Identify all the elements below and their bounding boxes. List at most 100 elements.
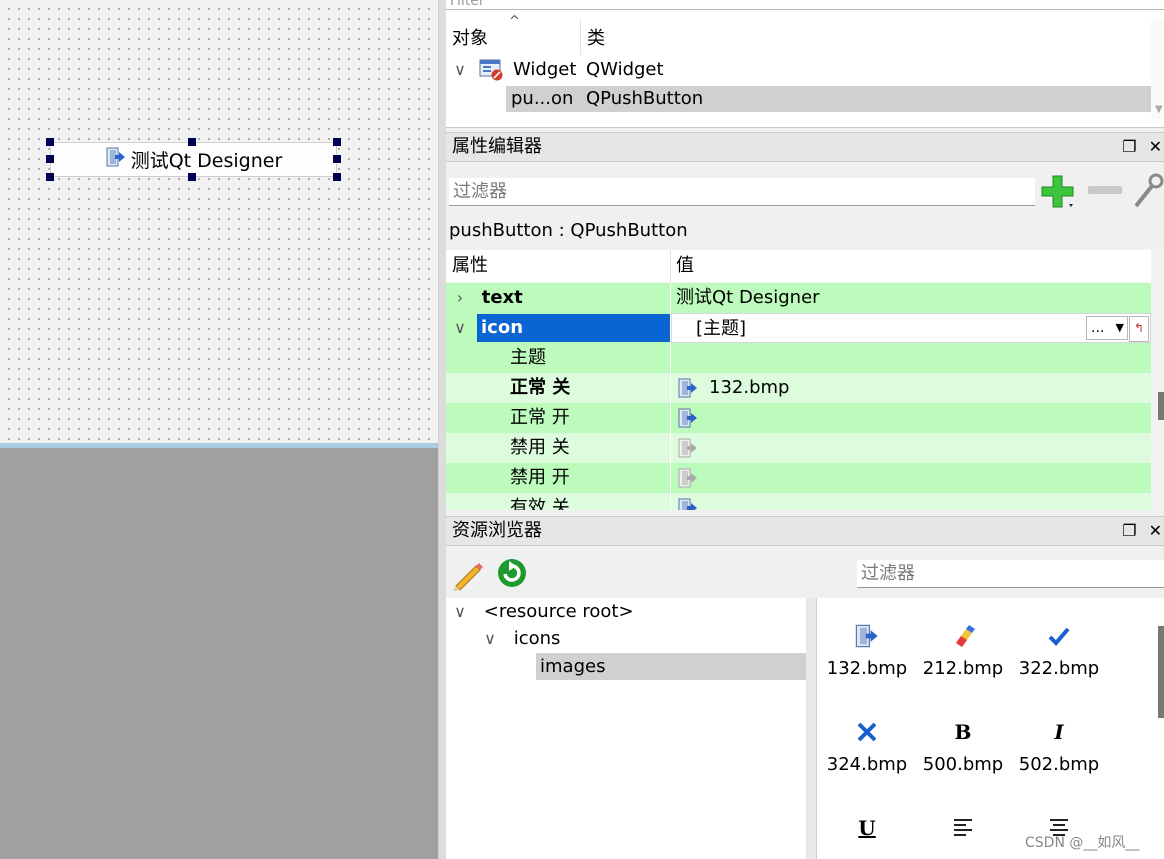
property-row-active-off[interactable]: 有效 关 (446, 493, 1151, 510)
dropdown-arrow-icon: ▼ (1115, 321, 1124, 334)
property-value-cell[interactable] (671, 433, 1151, 463)
form-canvas[interactable] (0, 0, 438, 443)
property-row-text[interactable]: › text 测试Qt Designer (446, 283, 1151, 313)
property-value-cell[interactable]: 132.bmp (671, 373, 1151, 403)
resource-file-item[interactable] (915, 808, 1011, 848)
close-x-icon (819, 712, 915, 752)
resource-filter-placeholder: 过滤器 (861, 563, 915, 584)
resource-splitter[interactable] (806, 598, 816, 859)
resource-file-item[interactable]: 324.bmp (819, 712, 915, 778)
resource-file-name: 324.bmp (826, 754, 908, 775)
resize-handle-t[interactable] (188, 138, 196, 146)
close-dock-icon[interactable]: ✕ (1149, 517, 1162, 545)
tree-row-object-name: pu...on (511, 88, 574, 109)
property-editor-scrollbar[interactable] (1151, 248, 1164, 510)
selected-object-label: pushButton : QPushButton (449, 220, 688, 241)
property-row-normal-off[interactable]: 正常 关 132.bmp (446, 373, 1151, 403)
icon-browse-button[interactable]: ... ▼ (1086, 316, 1128, 340)
expand-arrow-icon[interactable]: ∨ (482, 625, 498, 652)
object-filter-input[interactable]: Filter (446, 0, 1164, 10)
property-value-cell[interactable] (671, 463, 1151, 493)
property-name-cell: 正常 开 (446, 403, 671, 433)
resize-handle-tl[interactable] (46, 138, 54, 146)
tree-row-object-name: Widget (513, 59, 577, 80)
property-value: 132.bmp (709, 377, 790, 398)
resize-handle-b[interactable] (188, 173, 196, 181)
resource-tree-label: images (540, 656, 606, 677)
resource-tree-root[interactable]: ∨ <resource root> (446, 598, 806, 625)
float-dock-icon[interactable]: ❐ (1122, 133, 1136, 161)
property-row-theme[interactable]: 主题 (446, 343, 1151, 373)
sort-ascending-icon: ^ (509, 14, 520, 29)
scroll-down-arrow-icon[interactable]: ▼ (1155, 104, 1163, 115)
tree-row-class-name: QPushButton (586, 88, 704, 109)
resource-file-grid: 132.bmp 212.bmp 322.bmp 324.bmp B 500.bm… (816, 598, 1164, 859)
resource-filter-input[interactable]: 过滤器 (857, 560, 1164, 588)
resource-file-item[interactable]: 212.bmp (915, 616, 1011, 682)
property-name-cell: 禁用 关 (446, 433, 671, 463)
float-dock-icon[interactable]: ❐ (1122, 517, 1136, 545)
property-name: 正常 开 (510, 407, 570, 428)
property-row-disabled-on[interactable]: 禁用 开 (446, 463, 1151, 493)
tree-row-widget[interactable]: ∨ Widget QWidget (446, 55, 1151, 85)
property-row-normal-on[interactable]: 正常 开 (446, 403, 1151, 433)
designer-push-button[interactable]: 测试Qt Designer (50, 142, 337, 177)
designer-button-label: 测试Qt Designer (130, 150, 283, 172)
property-editor-scroll-thumb[interactable] (1158, 392, 1164, 420)
add-dynamic-property-icon[interactable] (1040, 174, 1078, 215)
edit-resources-pencil-icon[interactable] (450, 556, 486, 597)
expand-arrow-icon[interactable]: ∨ (452, 313, 468, 343)
resource-browser-title: 资源浏览器 (452, 520, 542, 541)
resource-tree-icons[interactable]: ∨ icons (446, 625, 806, 652)
italic-icon: I (1054, 720, 1064, 744)
column-header-value[interactable]: 值 (671, 250, 1151, 282)
resource-file-item[interactable]: I 502.bmp (1011, 712, 1107, 778)
column-header-class[interactable]: 类 (581, 19, 1151, 55)
property-name: 主题 (510, 347, 546, 368)
reset-property-icon[interactable]: ↰ (1129, 316, 1149, 342)
expand-arrow-icon[interactable]: ∨ (452, 59, 468, 80)
property-filter-input[interactable]: 过滤器 (449, 178, 1035, 206)
resize-handle-l[interactable] (46, 155, 54, 163)
resize-handle-bl[interactable] (46, 173, 54, 181)
property-name: 正常 关 (510, 377, 571, 398)
remove-property-icon[interactable] (1088, 186, 1122, 194)
resource-file-item[interactable]: U (819, 808, 915, 848)
property-row-disabled-off[interactable]: 禁用 关 (446, 433, 1151, 463)
resource-browser-titlebar[interactable]: 资源浏览器 ❐ ✕ (446, 516, 1164, 546)
property-row-icon[interactable]: ∨ icon [主题] ... ▼ ↰ (446, 313, 1151, 343)
resource-grid-scroll-thumb[interactable] (1158, 626, 1164, 718)
property-value-cell[interactable] (671, 493, 1151, 510)
property-value[interactable] (671, 343, 1151, 373)
property-name: icon (477, 314, 670, 342)
property-name: 禁用 开 (510, 467, 570, 488)
expand-arrow-icon[interactable]: ∨ (452, 598, 468, 625)
resize-handle-tr[interactable] (333, 138, 341, 146)
tree-row-pushbutton[interactable]: pu...on QPushButton (506, 86, 1151, 112)
column-header-property[interactable]: 属性 (446, 250, 671, 282)
property-value-cell[interactable] (671, 403, 1151, 433)
resource-tree-images[interactable]: images (536, 653, 806, 680)
property-name-cell: › text (446, 283, 671, 313)
resource-file-item[interactable]: 132.bmp (819, 616, 915, 682)
icon-browse-label: ... (1091, 320, 1105, 336)
resource-tree-label: icons (513, 628, 561, 649)
icon-value-editor[interactable]: [主题] ... ▼ ↰ (671, 313, 1151, 343)
property-name: text (481, 287, 523, 308)
collapse-arrow-icon[interactable]: › (452, 283, 468, 313)
configure-wrench-icon[interactable] (1132, 172, 1164, 215)
property-name: 禁用 关 (510, 437, 570, 458)
resource-file-item[interactable]: 322.bmp (1011, 616, 1107, 682)
reload-resources-icon[interactable] (495, 556, 529, 595)
resize-handle-br[interactable] (333, 173, 341, 181)
main-splitter[interactable] (438, 0, 446, 859)
resource-file-item[interactable]: B 500.bmp (915, 712, 1011, 778)
property-value[interactable]: 测试Qt Designer (671, 283, 1151, 313)
close-dock-icon[interactable]: ✕ (1149, 133, 1162, 161)
watermark-text: CSDN @__如风__ (1025, 835, 1140, 851)
exit-door-icon (677, 497, 699, 510)
property-editor-titlebar[interactable]: 属性编辑器 ❐ ✕ (446, 132, 1164, 162)
resize-handle-r[interactable] (333, 155, 341, 163)
underline-icon: U (858, 816, 876, 840)
object-filter-label: Filter (450, 0, 485, 9)
